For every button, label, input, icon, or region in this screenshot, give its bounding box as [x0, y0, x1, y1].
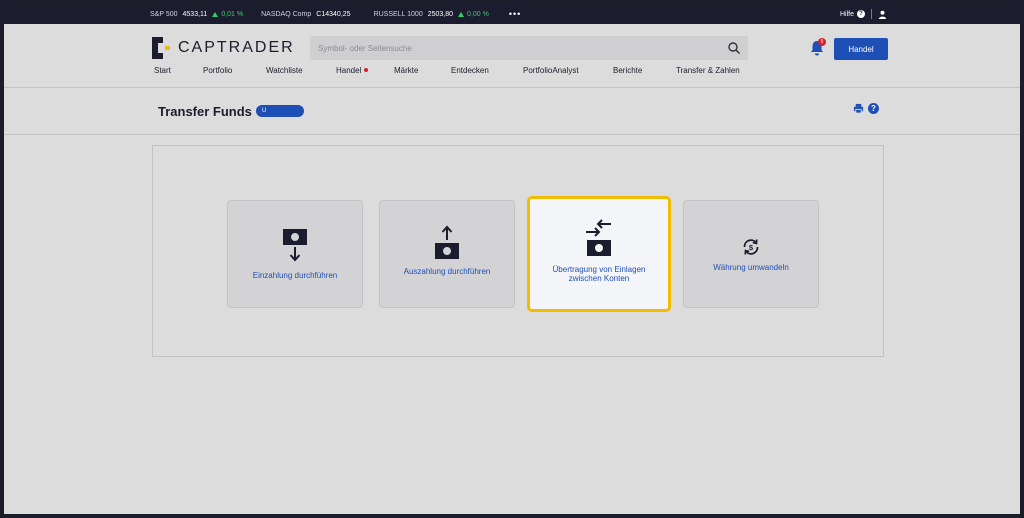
search-input[interactable] [318, 36, 718, 60]
nav-watchlist[interactable]: Watchliste [266, 66, 303, 75]
nav-trade[interactable]: Handel [336, 66, 361, 75]
currency-convert-card[interactable]: $ Währung umwandeln [683, 200, 819, 308]
ticker-item[interactable]: NASDAQ Comp C14340,25 [261, 11, 355, 18]
user-icon[interactable] [878, 10, 887, 19]
up-arrow-icon [212, 11, 219, 17]
logo-mark-icon [152, 37, 170, 59]
ticker-change: 0,00 % [467, 10, 489, 18]
deposit-card[interactable]: Einzahlung durchführen [227, 200, 363, 308]
nav-start[interactable]: Start [154, 66, 171, 75]
card-label: Auszahlung durchführen [403, 267, 491, 276]
notification-badge: 5 [818, 38, 826, 46]
nav-reports[interactable]: Berichte [613, 66, 642, 75]
up-arrow-icon [458, 11, 465, 17]
transfer-between-accounts-card[interactable]: Übertragung von Einlagen zwischen Konten [527, 196, 671, 312]
card-label: Währung umwandeln [713, 263, 789, 272]
help-circle-icon[interactable]: ? [857, 10, 866, 18]
ticker-item[interactable]: S&P 500 4533,11 0,01 % [150, 11, 243, 18]
help-link[interactable]: Hilfe [840, 11, 854, 18]
nav-markets[interactable]: Märkte [394, 66, 418, 75]
nav-discover[interactable]: Entdecken [451, 66, 489, 75]
ticker-name: NASDAQ Comp [261, 10, 312, 18]
market-ticker: S&P 500 4533,11 0,01 % NASDAQ Comp C1434… [4, 4, 1020, 24]
page-help-icon[interactable]: ? [868, 103, 879, 114]
transfer-options-panel: Einzahlung durchführen Auszahlung durchf… [152, 145, 884, 357]
ticker-change: 0,01 % [221, 10, 244, 18]
account-selector[interactable]: U [256, 105, 304, 117]
ticker-value: 2503,80 [427, 10, 454, 18]
withdraw-card[interactable]: Auszahlung durchführen [379, 200, 515, 308]
ticker-more-button[interactable]: ••• [509, 9, 521, 19]
page-title: Transfer Funds [158, 104, 252, 119]
nav-portfolio-analyst[interactable]: PortfolioAnalyst [523, 66, 579, 75]
card-label: Übertragung von Einlagen zwischen Konten [552, 265, 646, 283]
currency-convert-icon: $ [743, 239, 759, 255]
header-divider [4, 87, 1020, 88]
transfer-icon [586, 219, 611, 256]
withdraw-icon [435, 225, 459, 259]
ticker-name: RUSSELL 1000 [373, 10, 423, 18]
nav-trade-indicator [364, 68, 368, 72]
svg-text:$: $ [749, 243, 754, 252]
card-label: Einzahlung durchführen [252, 271, 338, 280]
nav-portfolio[interactable]: Portfolio [203, 66, 232, 75]
trade-button[interactable]: Handel [834, 38, 888, 60]
divider [871, 9, 873, 19]
ticker-name: S&P 500 [150, 10, 178, 18]
ticker-item[interactable]: RUSSELL 1000 2503,80 0,00 % [374, 11, 489, 18]
deposit-icon [283, 229, 307, 262]
search-icon[interactable] [727, 41, 741, 55]
print-icon[interactable] [853, 103, 864, 114]
search-bar[interactable] [310, 36, 748, 60]
app-window: S&P 500 4533,11 0,01 % NASDAQ Comp C1434… [4, 4, 1020, 514]
page-header-divider [4, 134, 1020, 135]
captrader-logo[interactable]: CAPTRADER [150, 33, 300, 63]
ticker-value: C14340,25 [316, 10, 351, 18]
nav-transfer-pay[interactable]: Transfer & Zahlen [676, 66, 740, 75]
ticker-value: 4533,11 [182, 10, 208, 18]
logo-text: CAPTRADER [178, 39, 295, 56]
